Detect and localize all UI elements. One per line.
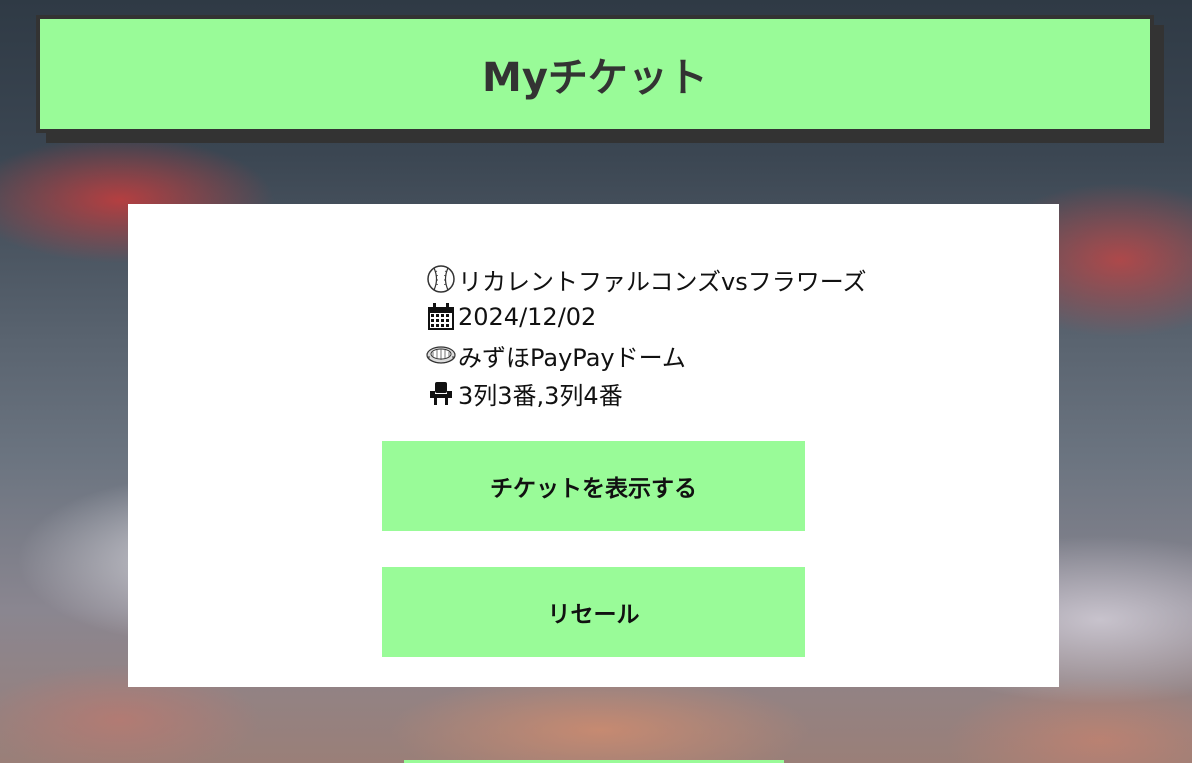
match-row: リカレントファルコンズvsフラワーズ: [426, 260, 867, 298]
calendar-icon: [428, 303, 454, 330]
venue-name: みずほPayPayドーム: [458, 343, 686, 372]
stadium-icon: [426, 346, 456, 364]
view-ticket-button[interactable]: チケットを表示する: [382, 441, 805, 531]
ticket-card: リカレントファルコンズvsフラワーズ 2024/12/02 みずほPayPayド…: [128, 204, 1059, 687]
page-title: Myチケット: [482, 55, 708, 101]
match-name: リカレントファルコンズvsフラワーズ: [458, 267, 867, 296]
seat-numbers: 3列3番,3列4番: [458, 381, 623, 410]
seat-row: 3列3番,3列4番: [426, 374, 867, 412]
page-header: Myチケット: [36, 15, 1154, 133]
venue-row: みずほPayPayドーム: [426, 336, 867, 374]
date-row: 2024/12/02: [426, 298, 867, 336]
baseball-icon: [427, 265, 455, 293]
ticket-info: リカレントファルコンズvsフラワーズ 2024/12/02 みずほPayPayド…: [426, 260, 867, 412]
resale-button[interactable]: リセール: [382, 567, 805, 657]
event-date: 2024/12/02: [458, 303, 597, 331]
seat-icon: [430, 382, 452, 405]
